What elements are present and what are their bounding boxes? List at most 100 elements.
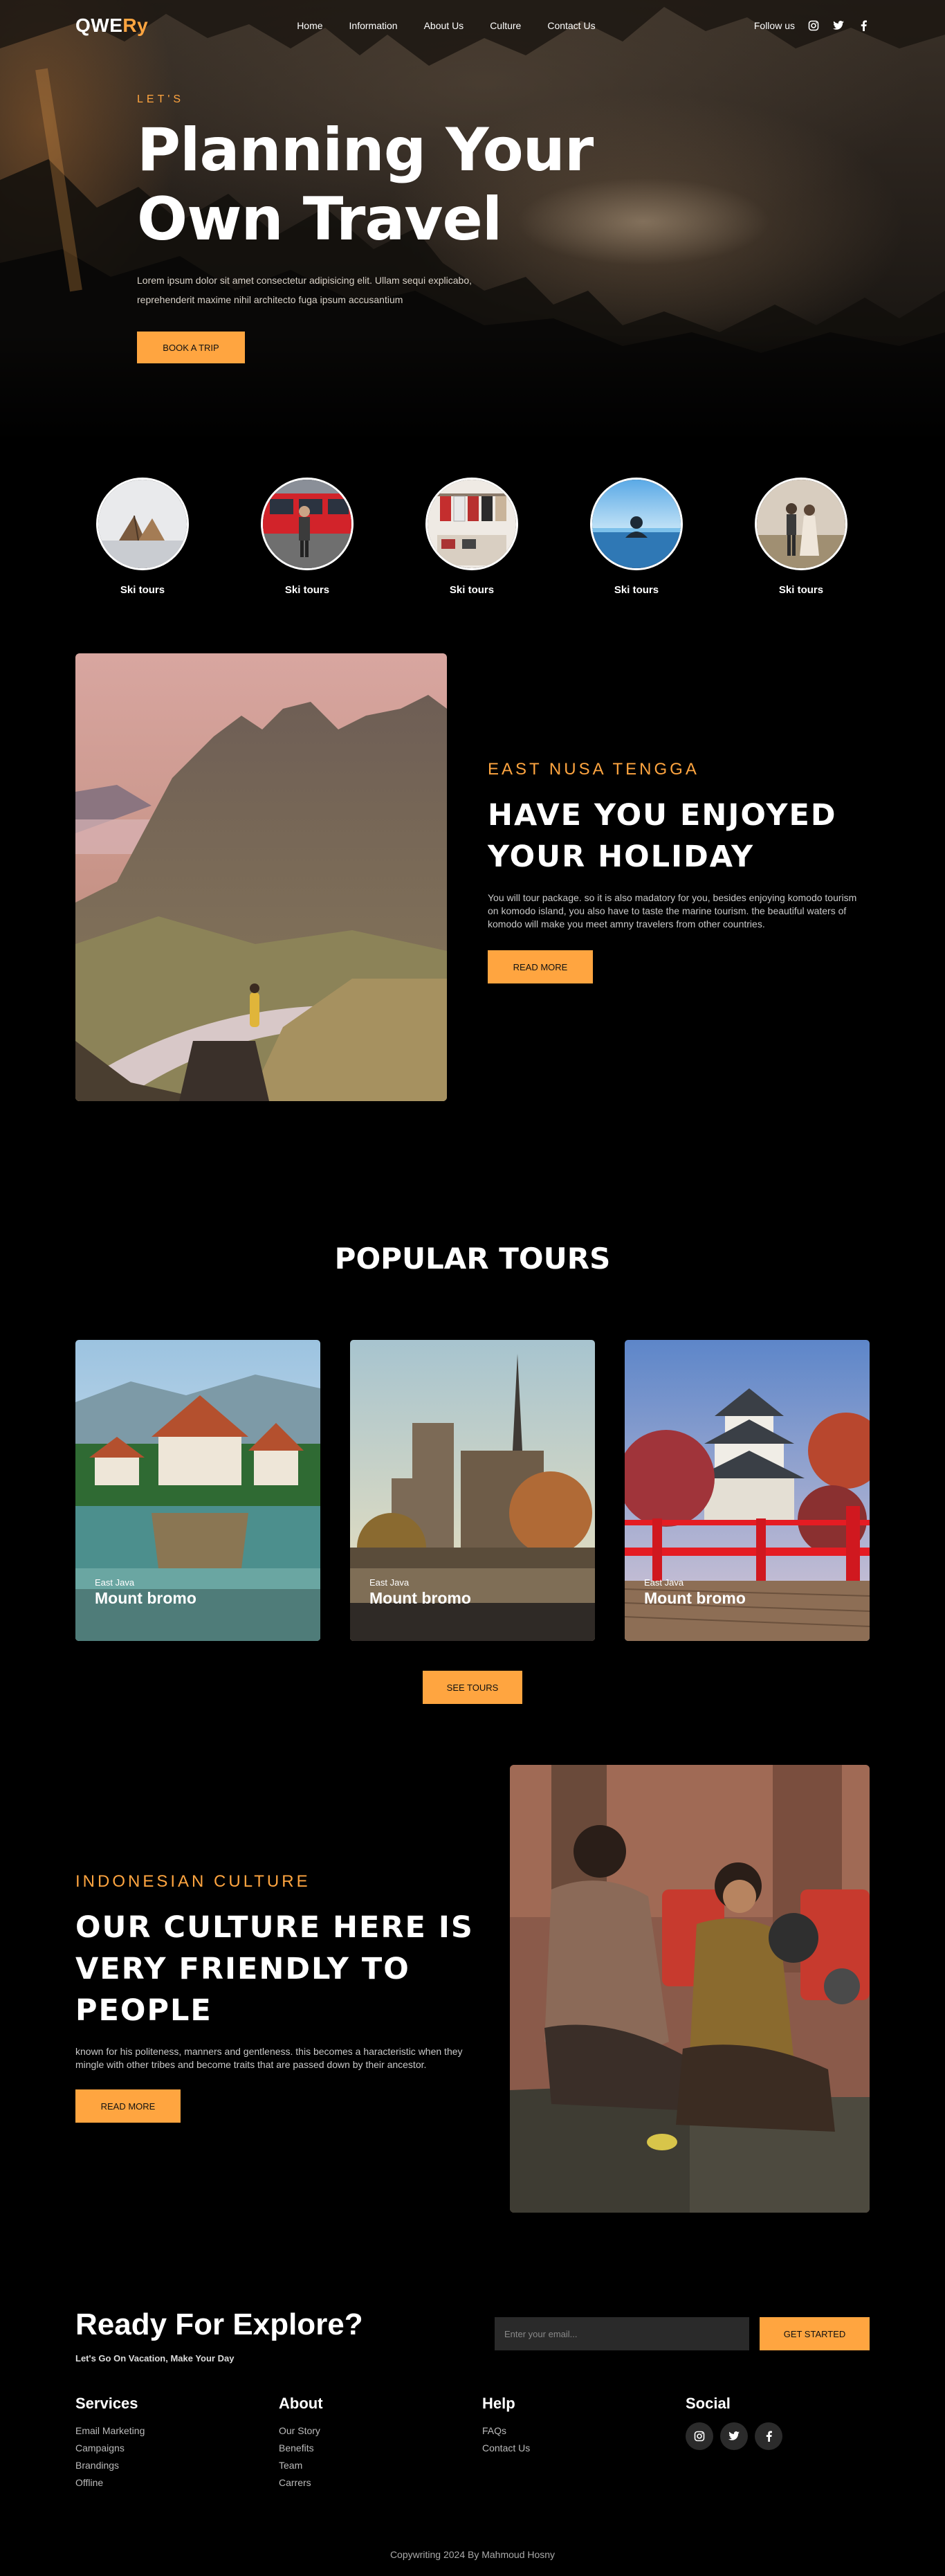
footer-social-icons (686, 2422, 782, 2450)
hero-content: LET'S Planning Your Own Travel Lorem ips… (137, 93, 621, 363)
culture-text: known for his politeness, manners and ge… (75, 2046, 463, 2070)
category-item[interactable]: Ski tours (755, 478, 847, 596)
tour-card[interactable]: East Java Mount bromo (75, 1340, 320, 1641)
footer-help-title: Help (482, 2395, 515, 2412)
culture-title: OUR CULTURE HERE IS VERY FRIENDLY TO PEO… (75, 1907, 490, 2031)
holiday-content: EAST NUSA TENGGA HAVE YOU ENJOYED YOUR H… (488, 760, 861, 983)
footer-link[interactable]: Campaigns (75, 2440, 145, 2457)
category-image-tents (96, 478, 189, 570)
footer-link[interactable]: Team (279, 2457, 323, 2474)
footer-link[interactable]: Contact Us (482, 2440, 530, 2457)
holiday-title: HAVE YOU ENJOYED YOUR HOLIDAY (488, 795, 861, 878)
tour-location: East Java (95, 1577, 135, 1588)
nav-link-home[interactable]: Home (297, 20, 322, 31)
tour-card[interactable]: East Java Mount bromo (625, 1340, 870, 1641)
footer-help: Help FAQs Contact Us (482, 2395, 530, 2457)
culture-image (510, 1765, 870, 2213)
category-item[interactable]: Ski tours (261, 478, 354, 596)
instagram-icon[interactable] (807, 19, 820, 32)
cta-subtitle: Let's Go On Vacation, Make Your Day (75, 2353, 235, 2364)
category-item[interactable]: Ski tours (590, 478, 683, 596)
hero-title-line-1: Planning Your (137, 116, 594, 185)
twitter-icon[interactable] (832, 19, 845, 32)
footer-link[interactable]: Our Story (279, 2422, 323, 2440)
tour-location: East Java (369, 1577, 410, 1588)
cta-title: Ready For Explore? (75, 2307, 363, 2341)
culture-content: INDONESIAN CULTURE OUR CULTURE HERE IS V… (75, 1872, 490, 2123)
instagram-icon[interactable] (686, 2422, 713, 2450)
footer-link[interactable]: FAQs (482, 2422, 530, 2440)
footer-services-title: Services (75, 2395, 138, 2412)
holiday-title-line-2: YOUR HOLIDAY (488, 840, 755, 874)
categories-section: Ski tours Ski tours Ski tours Ski tours … (0, 443, 945, 623)
culture-eyebrow: INDONESIAN CULTURE (75, 1872, 311, 1891)
hero-title: Planning Your Own Travel (137, 116, 621, 254)
footer-link[interactable]: Offline (75, 2474, 145, 2492)
twitter-icon[interactable] (720, 2422, 748, 2450)
tour-caption: East Java Mount bromo (644, 1577, 746, 1608)
tour-caption: East Java Mount bromo (95, 1577, 196, 1608)
tour-name: Mount bromo (644, 1589, 746, 1607)
footer-link[interactable]: Email Marketing (75, 2422, 145, 2440)
top-navbar: QWERy Home Information About Us Culture … (75, 12, 870, 39)
tour-card[interactable]: East Java Mount bromo (350, 1340, 595, 1641)
footer-social-title: Social (686, 2395, 731, 2412)
footer-link[interactable]: Brandings (75, 2457, 145, 2474)
category-image-shop (425, 478, 518, 570)
culture-read-more-button[interactable]: READ MORE (75, 2089, 181, 2123)
culture-title-line-1: OUR CULTURE HERE IS (75, 1910, 474, 1945)
popular-tours-section: POPULAR TOURS East Java Mount bromo East… (0, 1218, 945, 1765)
holiday-section: EAST NUSA TENGGA HAVE YOU ENJOYED YOUR H… (0, 623, 945, 1218)
facebook-icon[interactable] (857, 19, 870, 32)
category-label: Ski tours (284, 584, 330, 596)
tour-name: Mount bromo (95, 1589, 196, 1607)
follow-us: Follow us (754, 19, 870, 32)
email-input[interactable] (495, 2317, 749, 2350)
follow-us-label: Follow us (753, 20, 795, 31)
footer-social: Social (686, 2395, 782, 2450)
holiday-eyebrow: EAST NUSA TENGGA (488, 760, 699, 779)
get-started-button[interactable]: GET STARTED (760, 2317, 870, 2350)
category-image-bus (261, 478, 354, 570)
cta-section: Ready For Explore? Let's Go On Vacation,… (0, 2305, 945, 2395)
tour-name: Mount bromo (369, 1589, 471, 1607)
copyright: Copywriting 2024 By Mahmoud Hosny (389, 2549, 556, 2560)
category-label: Ski tours (449, 584, 495, 596)
category-item[interactable]: Ski tours (96, 478, 189, 596)
holiday-read-more-button[interactable]: READ MORE (488, 950, 593, 983)
logo[interactable]: QWERy (75, 15, 148, 37)
holiday-title-line-1: HAVE YOU ENJOYED (488, 798, 837, 833)
popular-tours-title: POPULAR TOURS (334, 1242, 611, 1276)
facebook-icon[interactable] (755, 2422, 782, 2450)
nav-link-about-us[interactable]: About Us (424, 20, 464, 31)
komodo-island-image (75, 653, 447, 1101)
hero-text: Lorem ipsum dolor sit amet consectetur a… (137, 275, 472, 305)
hero-title-line-2: Own Travel (137, 185, 502, 254)
holiday-text: You will tour package. so it is also mad… (488, 892, 857, 929)
book-a-trip-button[interactable]: BOOK A TRIP (137, 332, 245, 363)
culture-title-line-2: VERY FRIENDLY TO (75, 1952, 410, 1986)
footer-services: Services Email Marketing Campaigns Brand… (75, 2395, 145, 2492)
nav-link-information[interactable]: Information (349, 20, 398, 31)
footer-about: About Our Story Benefits Team Carrers (279, 2395, 323, 2492)
category-image-couple (755, 478, 847, 570)
hero-section: QWERy Home Information About Us Culture … (0, 0, 945, 443)
hero-eyebrow: LET'S (137, 93, 185, 105)
nav-links: Home Information About Us Culture Contac… (297, 20, 595, 31)
culture-title-line-3: PEOPLE (75, 1993, 212, 2028)
culture-section: INDONESIAN CULTURE OUR CULTURE HERE IS V… (0, 1765, 945, 2305)
footer: Services Email Marketing Campaigns Brand… (0, 2395, 945, 2576)
footer-link[interactable]: Carrers (279, 2474, 323, 2492)
tour-location: East Java (644, 1577, 684, 1588)
footer-about-title: About (279, 2395, 323, 2412)
nav-link-culture[interactable]: Culture (490, 20, 521, 31)
see-tours-button[interactable]: SEE TOURS (423, 1671, 522, 1704)
footer-link[interactable]: Benefits (279, 2440, 323, 2457)
category-item[interactable]: Ski tours (425, 478, 518, 596)
nav-link-contact-us[interactable]: Contact Us (547, 20, 595, 31)
category-label: Ski tours (120, 584, 165, 596)
category-label: Ski tours (614, 584, 659, 596)
category-label: Ski tours (778, 584, 824, 596)
category-image-pool (590, 478, 683, 570)
tour-caption: East Java Mount bromo (369, 1577, 471, 1608)
